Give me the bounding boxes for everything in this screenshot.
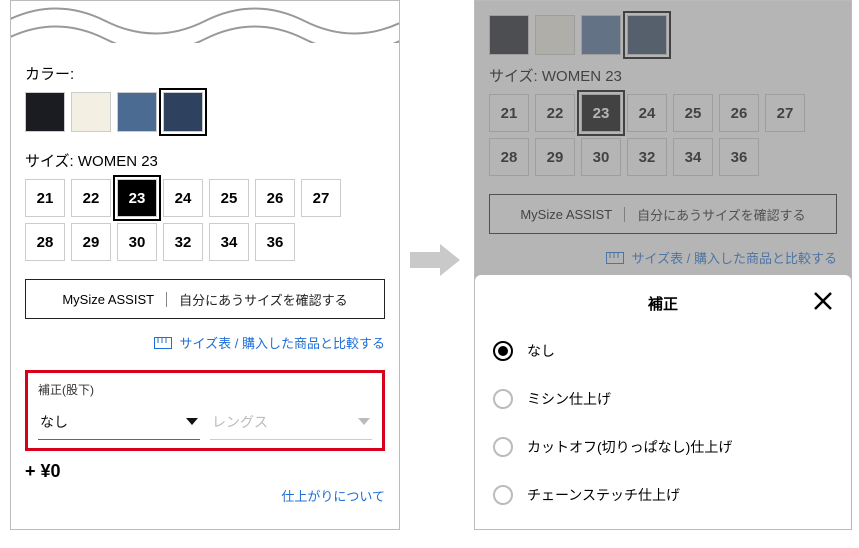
alteration-select[interactable]: なし xyxy=(38,404,200,440)
left-panel: カラー: サイズ: WOMEN 23 212223242526272829303… xyxy=(10,0,400,530)
alteration-option-label: カットオフ(切りっぱなし)仕上げ xyxy=(527,437,732,457)
size-chips: 21222324252627 282930323436 xyxy=(25,179,385,261)
alteration-option-label: ミシン仕上げ xyxy=(527,389,611,409)
size-chip[interactable]: 32 xyxy=(163,223,203,261)
size-chip[interactable]: 36 xyxy=(255,223,295,261)
color-swatches xyxy=(25,92,385,132)
size-chip[interactable]: 27 xyxy=(301,179,341,217)
alteration-option[interactable]: カットオフ(切りっぱなし)仕上げ xyxy=(491,423,835,471)
size-chip[interactable]: 26 xyxy=(255,179,295,217)
right-panel: サイズ: WOMEN 23 21222324252627282930323436… xyxy=(474,0,852,530)
size-chip[interactable]: 28 xyxy=(25,223,65,261)
color-swatch[interactable] xyxy=(163,92,203,132)
sizechart-link[interactable]: サイズ表 / 購入した商品と比較する xyxy=(180,336,385,351)
torn-edge-decoration xyxy=(10,0,400,43)
alteration-option[interactable]: ミシン仕上げ xyxy=(491,375,835,423)
alteration-value: なし xyxy=(40,412,68,432)
ruler-icon xyxy=(154,337,172,352)
radio-icon xyxy=(493,437,513,457)
size-chip[interactable]: 21 xyxy=(25,179,65,217)
finish-info-link[interactable]: 仕上がりについて xyxy=(281,489,385,504)
alteration-label: 補正(股下) xyxy=(38,381,200,398)
size-chip[interactable]: 29 xyxy=(71,223,111,261)
price-adjustment: + ¥0 xyxy=(25,461,385,482)
alteration-option[interactable]: なし xyxy=(491,327,835,375)
length-select: レングス xyxy=(210,404,372,440)
color-swatch[interactable] xyxy=(71,92,111,132)
size-chip[interactable]: 34 xyxy=(209,223,249,261)
size-chip[interactable]: 22 xyxy=(71,179,111,217)
alteration-sheet: 補正 なしミシン仕上げカットオフ(切りっぱなし)仕上げチェーンステッチ仕上げ xyxy=(475,275,851,529)
chevron-down-icon xyxy=(358,418,370,425)
color-label: カラー: xyxy=(25,63,385,84)
length-label xyxy=(210,384,372,398)
sizechart-link-row: サイズ表 / 購入した商品と比較する xyxy=(25,333,385,352)
chevron-down-icon xyxy=(186,418,198,425)
radio-icon xyxy=(493,389,513,409)
mysize-assist-subtitle: 自分にあうサイズを確認する xyxy=(167,290,360,309)
radio-icon xyxy=(493,341,513,361)
size-chip[interactable]: 25 xyxy=(209,179,249,217)
sheet-title: 補正 xyxy=(648,293,678,314)
size-chip[interactable]: 23 xyxy=(117,179,157,217)
color-swatch[interactable] xyxy=(117,92,157,132)
size-label: サイズ: WOMEN 23 xyxy=(25,150,385,171)
alteration-option-label: なし xyxy=(527,341,555,361)
length-placeholder: レングス xyxy=(212,412,268,432)
size-chip[interactable]: 24 xyxy=(163,179,203,217)
close-button[interactable] xyxy=(811,289,835,313)
arrow-right-icon xyxy=(410,244,460,276)
alteration-option[interactable]: チェーンステッチ仕上げ xyxy=(491,471,835,519)
alteration-highlight: 補正(股下) なし レングス xyxy=(25,370,385,451)
color-swatch[interactable] xyxy=(25,92,65,132)
size-chip[interactable]: 30 xyxy=(117,223,157,261)
mysize-assist-button[interactable]: MySize ASSIST 自分にあうサイズを確認する xyxy=(25,279,385,319)
radio-icon xyxy=(493,485,513,505)
mysize-assist-title: MySize ASSIST xyxy=(50,292,167,307)
alteration-option-label: チェーンステッチ仕上げ xyxy=(527,485,680,505)
alteration-options: なしミシン仕上げカットオフ(切りっぱなし)仕上げチェーンステッチ仕上げ xyxy=(491,327,835,519)
